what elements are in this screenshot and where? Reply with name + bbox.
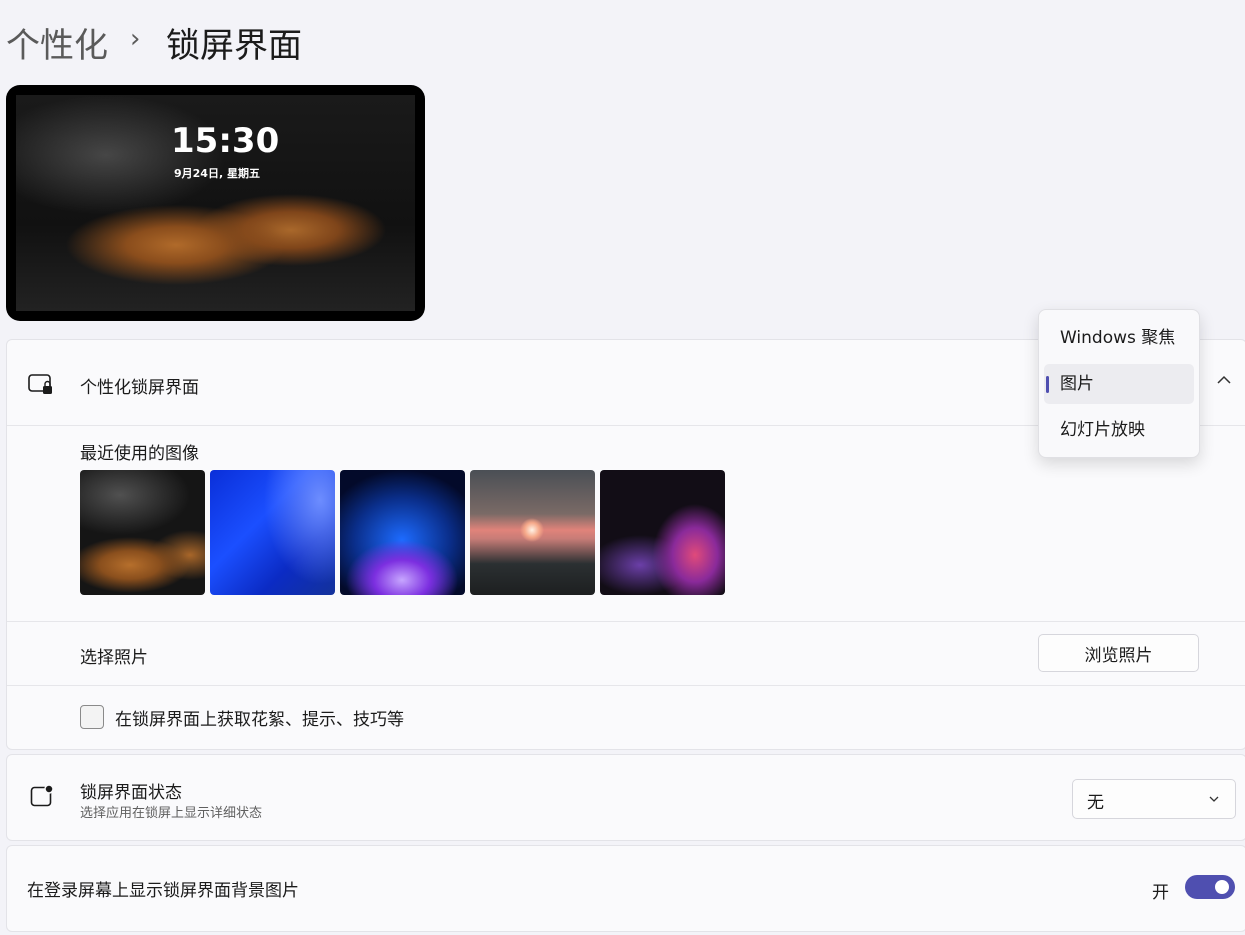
lock-screen-status-label: 锁屏界面状态 xyxy=(80,783,182,803)
divider xyxy=(7,621,1245,622)
chevron-down-icon xyxy=(1209,796,1219,802)
background-type-dropdown: Windows 聚焦 图片 幻灯片放映 xyxy=(1038,309,1200,458)
lock-screen-icon xyxy=(28,374,52,394)
fun-facts-checkbox-label[interactable]: 在锁屏界面上获取花絮、提示、技巧等 xyxy=(115,705,404,730)
toggle-knob xyxy=(1215,880,1229,894)
lock-screen-status-icon xyxy=(30,784,54,807)
page-title: 锁屏界面 xyxy=(166,26,302,66)
recent-image-thumbnail[interactable] xyxy=(600,470,725,595)
recent-image-thumbnail[interactable] xyxy=(210,470,335,595)
recent-image-thumbnail[interactable] xyxy=(470,470,595,595)
lock-screen-status-card xyxy=(6,754,1245,841)
toggle-state-label: 开 xyxy=(1152,883,1169,903)
preview-date: 9月24日, 星期五 xyxy=(174,167,260,180)
choose-photo-label: 选择照片 xyxy=(80,648,148,668)
dropdown-option-windows-spotlight[interactable]: Windows 聚焦 xyxy=(1044,318,1194,358)
select-value: 无 xyxy=(1087,793,1104,813)
lock-screen-status-select[interactable]: 无 xyxy=(1072,779,1236,819)
preview-wallpaper: 15:30 9月24日, 星期五 xyxy=(16,95,415,311)
dropdown-option-label: 图片 xyxy=(1060,374,1094,394)
browse-photos-button[interactable]: 浏览照片 xyxy=(1038,634,1199,672)
lock-screen-status-description: 选择应用在锁屏上显示详细状态 xyxy=(80,806,263,821)
recent-image-thumbnail[interactable] xyxy=(80,470,205,595)
recent-images-label: 最近使用的图像 xyxy=(80,444,199,464)
selected-indicator xyxy=(1046,376,1049,393)
personalize-lock-screen-label: 个性化锁屏界面 xyxy=(80,378,199,398)
chevron-up-icon[interactable] xyxy=(1214,370,1234,390)
breadcrumb-separator: › xyxy=(130,24,141,54)
preview-time: 15:30 xyxy=(171,121,280,161)
dropdown-option-slideshow[interactable]: 幻灯片放映 xyxy=(1044,410,1194,450)
show-background-on-signin-label: 在登录屏幕上显示锁屏界面背景图片 xyxy=(27,881,299,901)
recent-image-thumbnail[interactable] xyxy=(340,470,465,595)
fun-facts-checkbox[interactable] xyxy=(80,705,104,729)
breadcrumb-parent[interactable]: 个性化 xyxy=(6,18,108,67)
dropdown-option-picture[interactable]: 图片 xyxy=(1044,364,1194,404)
show-background-toggle[interactable] xyxy=(1185,875,1235,899)
lock-screen-preview: 15:30 9月24日, 星期五 xyxy=(6,85,425,321)
divider xyxy=(7,685,1245,686)
